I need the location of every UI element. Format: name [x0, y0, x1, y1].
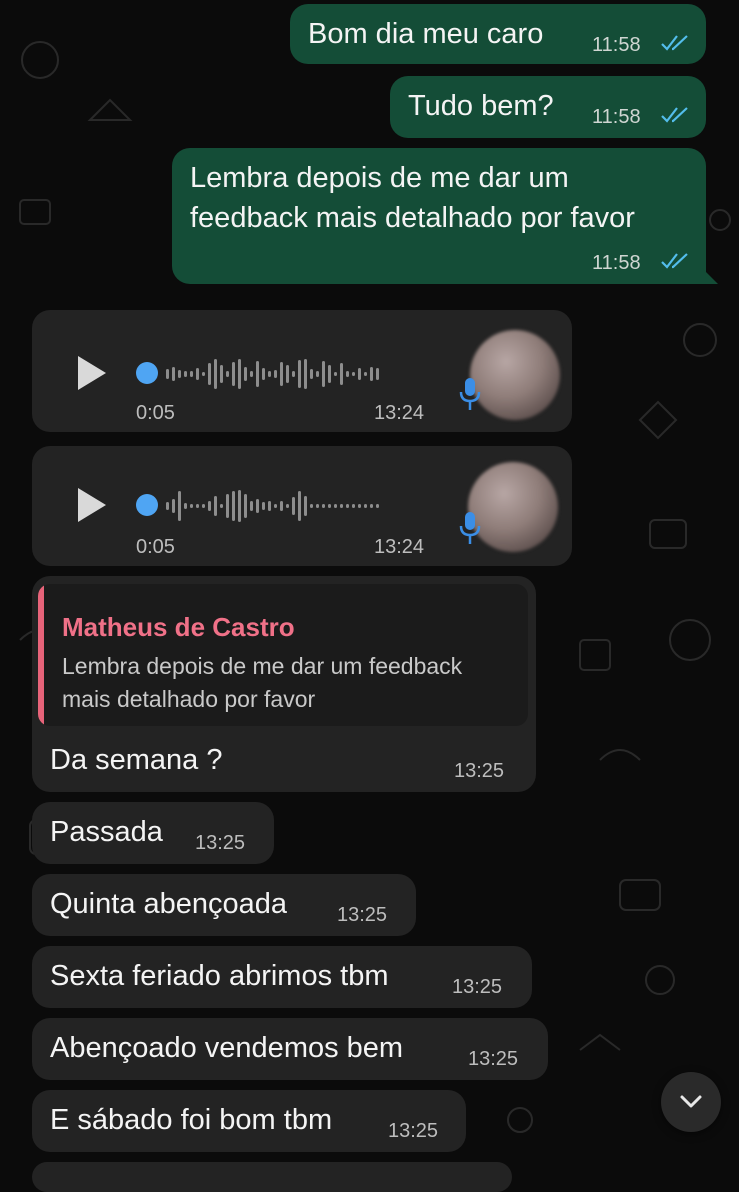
message-text: Bom dia meu caro: [308, 18, 544, 50]
waveform[interactable]: [166, 356, 379, 392]
quoted-message[interactable]: Matheus de Castro Lembra depois de me da…: [38, 584, 528, 726]
message-text: Sexta feriado abrimos tbm: [50, 960, 389, 992]
message-time: 11:58: [592, 106, 641, 128]
microphone-icon: [459, 378, 481, 410]
message-time: 11:58: [592, 252, 641, 274]
message-text: Quinta abençoada: [50, 888, 288, 920]
double-check-icon: [661, 253, 688, 269]
play-icon[interactable]: [78, 488, 106, 522]
message-time: 13:25: [195, 832, 246, 854]
incoming-message[interactable]: Abençoado vendemos bem 13:25: [32, 1018, 548, 1080]
message-text: Tudo bem?: [408, 90, 554, 122]
message-text: Abençoado vendemos bem: [50, 1032, 404, 1064]
waveform[interactable]: [166, 488, 379, 524]
message-text: Da semana ?: [50, 744, 223, 776]
avatar: [470, 330, 560, 420]
playback-position-dot[interactable]: [136, 494, 158, 516]
playback-position-dot[interactable]: [136, 362, 158, 384]
incoming-message[interactable]: E sábado foi bom tbm 13:25: [32, 1090, 466, 1152]
message-time: 13:25: [337, 904, 388, 926]
message-time: 13:25: [454, 760, 505, 782]
double-check-icon: [661, 35, 688, 51]
message-text: E sábado foi bom tbm: [50, 1104, 333, 1136]
message-time: 13:25: [388, 1120, 439, 1142]
quoted-author: Matheus de Castro: [62, 612, 295, 642]
double-check-icon: [661, 107, 688, 123]
voice-duration: 0:05: [136, 402, 175, 424]
microphone-icon: [459, 512, 481, 544]
message-time: 11:58: [592, 34, 641, 56]
quoted-text-line1: Lembra depois de me dar um feedback: [62, 653, 463, 679]
incoming-message-partial[interactable]: [32, 1162, 512, 1192]
quoted-text-line2: mais detalhado por favor: [62, 686, 316, 712]
message-time: 13:24: [374, 536, 425, 558]
voice-message[interactable]: 0:05 13:24: [32, 310, 572, 432]
play-icon[interactable]: [78, 356, 106, 390]
message-time: 13:25: [452, 976, 503, 998]
message-time: 13:25: [468, 1048, 519, 1070]
message-text: Passada: [50, 816, 163, 848]
voice-duration: 0:05: [136, 536, 175, 558]
quote-accent-bar: [38, 584, 44, 726]
incoming-message[interactable]: Quinta abençoada 13:25: [32, 874, 416, 936]
reply-message[interactable]: Matheus de Castro Lembra depois de me da…: [32, 576, 536, 792]
outgoing-message[interactable]: Lembra depois de me dar um feedback mais…: [172, 148, 718, 284]
message-text-line1: Lembra depois de me dar um: [190, 162, 569, 194]
incoming-message[interactable]: Passada 13:25: [32, 802, 274, 864]
chevron-down-icon: [680, 1095, 702, 1108]
voice-message[interactable]: 0:05 13:24: [32, 446, 572, 566]
scroll-to-bottom-button[interactable]: [661, 1072, 721, 1132]
incoming-message[interactable]: Sexta feriado abrimos tbm 13:25: [32, 946, 532, 1008]
message-time: 13:24: [374, 402, 425, 424]
message-text-line2: feedback mais detalhado por favor: [190, 202, 635, 234]
outgoing-message[interactable]: Bom dia meu caro 11:58: [290, 4, 706, 64]
outgoing-message[interactable]: Tudo bem? 11:58: [390, 76, 706, 138]
bubble-tail: [702, 268, 718, 284]
